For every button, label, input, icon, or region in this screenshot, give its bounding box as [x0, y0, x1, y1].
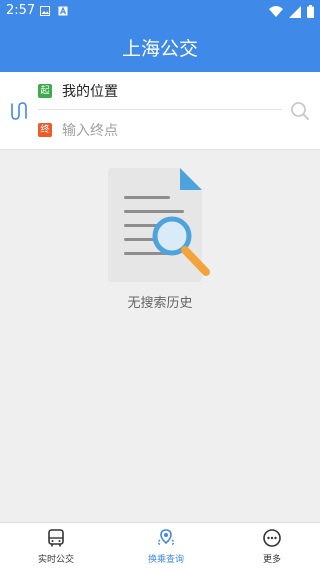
wifi-icon [269, 5, 283, 17]
start-tag: 起 [38, 84, 52, 98]
route-input-panel: 起 我的位置 终 输入终点 [0, 72, 320, 150]
tab-more[interactable]: 更多 [232, 528, 312, 565]
status-time: 2:57 [6, 3, 36, 18]
tab-label: 更多 [262, 555, 281, 565]
end-location-placeholder: 输入终点 [62, 123, 118, 139]
empty-message: 无搜索历史 [127, 296, 193, 311]
tab-label: 实时公交 [37, 555, 74, 565]
app-bar: 上海公交 [0, 24, 320, 72]
tab-realtime-bus[interactable]: 实时公交 [16, 528, 96, 565]
bus-icon [48, 529, 64, 547]
status-bar: 2:57 [0, 0, 320, 24]
divider [38, 109, 282, 110]
start-location-value: 我的位置 [62, 84, 118, 100]
search-history-empty-state: 无搜索历史 [0, 150, 320, 522]
search-icon[interactable] [290, 101, 310, 121]
swap-icon[interactable] [9, 100, 29, 122]
end-tag: 终 [38, 123, 52, 137]
signal-icon [289, 5, 301, 18]
tab-label: 换乘查询 [147, 555, 184, 565]
page-title: 上海公交 [121, 38, 198, 60]
tab-transfer-query[interactable]: 换乘查询 [126, 528, 206, 565]
battery-icon [307, 5, 314, 18]
more-icon [263, 529, 281, 547]
letter-a-icon [58, 6, 68, 16]
end-location-field[interactable]: 终 输入终点 [38, 120, 118, 140]
start-location-field[interactable]: 起 我的位置 [38, 81, 118, 101]
bottom-tab-bar: 实时公交 换乘查询 更多 [0, 522, 320, 568]
image-icon [40, 6, 50, 16]
route-pin-icon [157, 529, 175, 546]
document-search-icon [108, 168, 210, 282]
